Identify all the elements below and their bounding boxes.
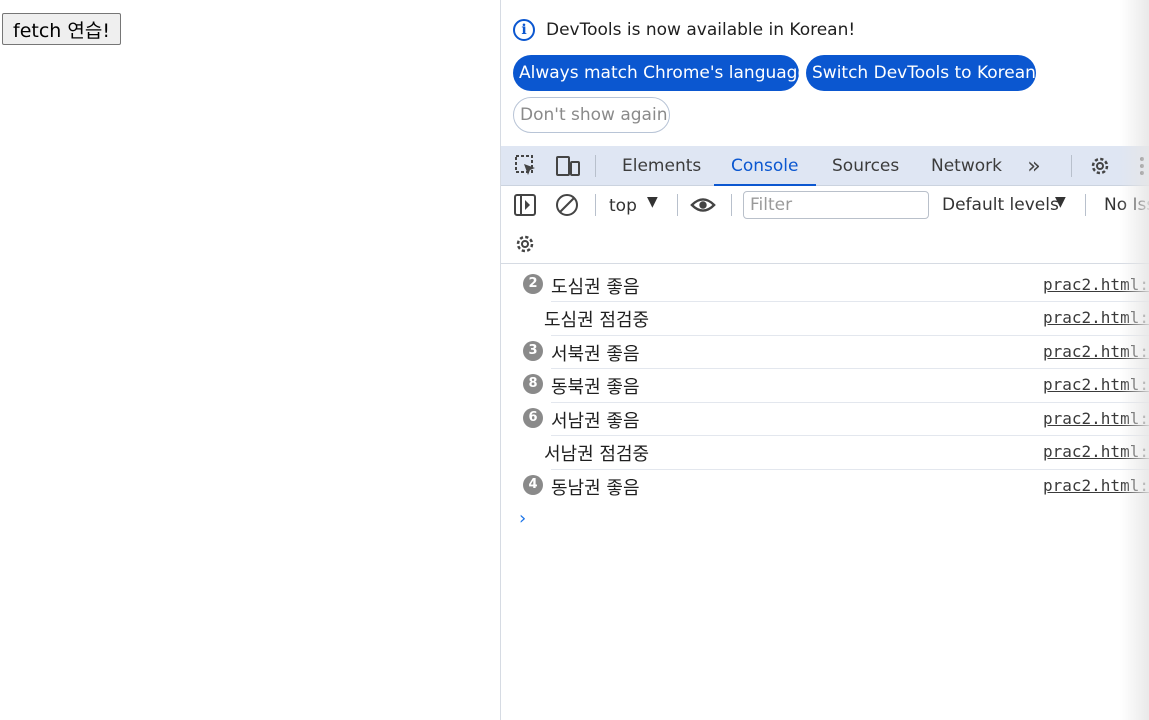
toolbar-divider (1085, 194, 1086, 216)
clear-console-icon[interactable] (554, 192, 580, 218)
console-message: 도심권 점검중 prac2.html:1 (501, 301, 1149, 334)
source-link[interactable]: prac2.html:1 (1043, 275, 1149, 294)
console-message: 8 동북권 좋음 prac2.html:1 (501, 368, 1149, 401)
source-link[interactable]: prac2.html:1 (1043, 342, 1149, 361)
console-filter-input[interactable] (743, 191, 929, 219)
more-tabs-chevron-icon[interactable]: » (1021, 153, 1047, 179)
devtools-tabbar: Elements Console Sources Network » (501, 146, 1149, 186)
console-message: 2 도심권 좋음 prac2.html:1 (501, 268, 1149, 301)
context-selector[interactable]: top (609, 196, 637, 216)
repeat-count-badge: 2 (523, 274, 543, 294)
toolbar-divider (595, 155, 596, 177)
console-filterbar: top ▼ Default levels ▼ No Iss (501, 186, 1149, 264)
show-sidebar-icon[interactable] (512, 192, 538, 218)
console-settings-gear-icon[interactable] (512, 231, 538, 257)
tab-sources[interactable]: Sources (832, 146, 899, 185)
source-link[interactable]: prac2.html:1 (1043, 409, 1149, 428)
settings-gear-icon[interactable] (1087, 153, 1113, 179)
more-options-kebab-icon[interactable] (1129, 153, 1149, 179)
toolbar-divider (677, 194, 678, 216)
console-message-text: 서북권 좋음 (551, 344, 640, 365)
console-message-text: 서남권 점검중 (544, 444, 650, 465)
repeat-count-badge: 6 (523, 408, 543, 428)
console-prompt-chevron-icon[interactable]: › (519, 508, 526, 529)
console-message-text: 도심권 점검중 (544, 310, 650, 331)
repeat-count-badge: 8 (523, 374, 543, 394)
devtools-panel: i DevTools is now available in Korean! A… (500, 0, 1149, 720)
switch-to-korean-button[interactable]: Switch DevTools to Korean (806, 55, 1036, 91)
row-divider (551, 301, 1149, 302)
tab-elements[interactable]: Elements (622, 146, 701, 185)
console-message: 서남권 점검중 prac2.html:1 (501, 435, 1149, 468)
page-viewport: fetch 연습! (0, 0, 500, 720)
source-link[interactable]: prac2.html:1 (1043, 476, 1149, 495)
issues-counter[interactable]: No Iss (1104, 195, 1149, 215)
tab-console[interactable]: Console (714, 146, 815, 186)
repeat-count-badge: 4 (523, 475, 543, 495)
inspect-element-icon[interactable] (513, 153, 539, 179)
console-message: 4 동남권 좋음 prac2.html:1 (501, 469, 1149, 502)
fetch-practice-button[interactable]: fetch 연습! (2, 13, 121, 45)
always-match-language-button[interactable]: Always match Chrome's language (513, 55, 808, 91)
source-link[interactable]: prac2.html:1 (1043, 375, 1149, 394)
source-link[interactable]: prac2.html:1 (1043, 442, 1149, 461)
info-icon: i (513, 19, 535, 41)
console-message-text: 동북권 좋음 (551, 377, 640, 398)
console-message-text: 서남권 좋음 (551, 411, 640, 432)
toolbar-divider (1071, 155, 1072, 177)
console-message: 3 서북권 좋음 prac2.html:1 (501, 335, 1149, 368)
console-message: 6 서남권 좋음 prac2.html:1 (501, 402, 1149, 435)
console-message-text: 도심권 좋음 (551, 277, 640, 298)
row-divider (551, 469, 1149, 470)
repeat-count-badge: 3 (523, 341, 543, 361)
toolbar-divider (595, 194, 596, 216)
tab-network[interactable]: Network (931, 146, 1002, 185)
console-message-text: 동남권 좋음 (551, 478, 640, 499)
levels-dropdown-arrow-icon[interactable]: ▼ (1055, 194, 1066, 210)
row-divider (551, 435, 1149, 436)
row-divider (551, 335, 1149, 336)
live-expression-eye-icon[interactable] (690, 192, 716, 218)
log-levels-dropdown[interactable]: Default levels (942, 195, 1059, 215)
dont-show-again-button[interactable]: Don't show again (513, 97, 670, 133)
context-dropdown-arrow-icon[interactable]: ▼ (647, 194, 658, 210)
infobar-message-row: i DevTools is now available in Korean! (513, 19, 855, 41)
infobar-message: DevTools is now available in Korean! (546, 20, 856, 40)
row-divider (551, 402, 1149, 403)
source-link[interactable]: prac2.html:1 (1043, 308, 1149, 327)
row-divider (551, 368, 1149, 369)
toolbar-divider (731, 194, 732, 216)
device-toolbar-icon[interactable] (555, 153, 581, 179)
language-infobar: i DevTools is now available in Korean! A… (501, 0, 1149, 146)
